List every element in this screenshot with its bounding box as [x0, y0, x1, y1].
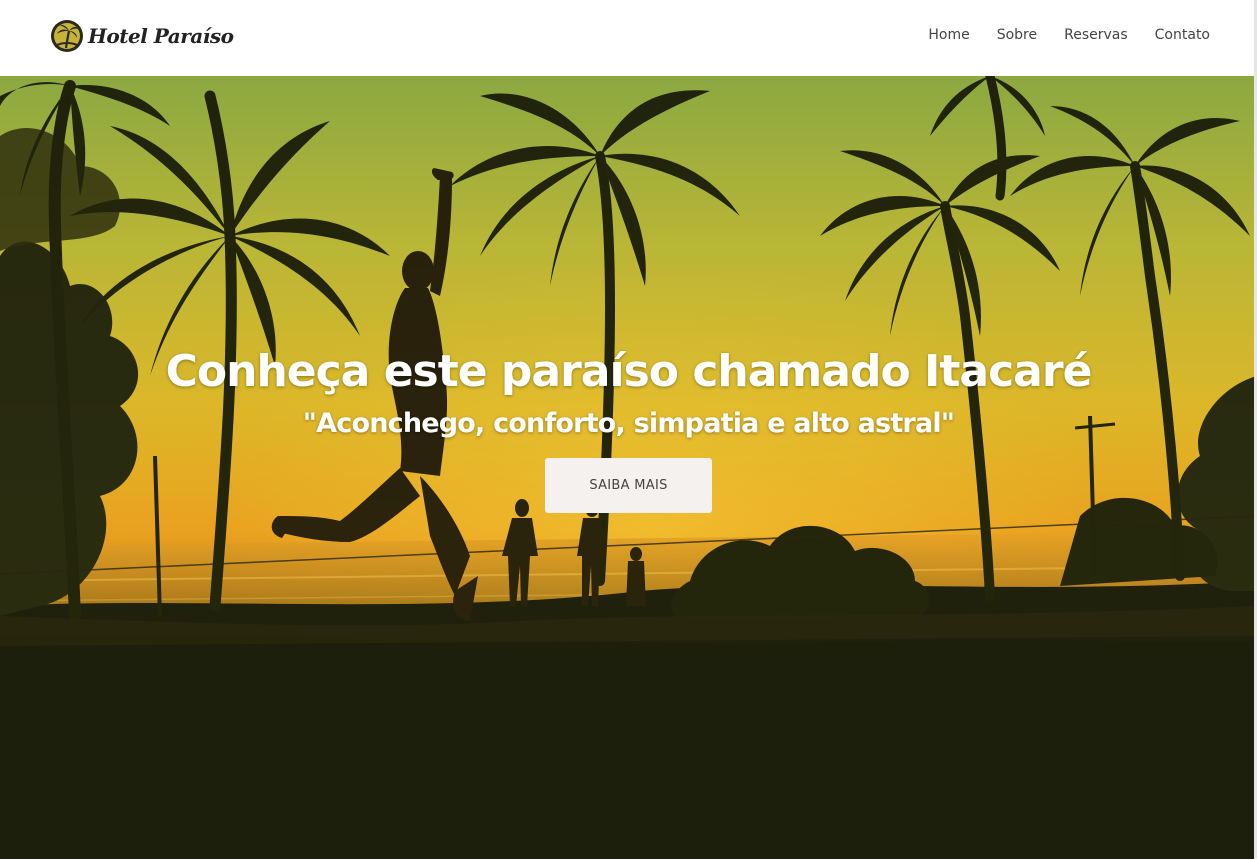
- site-header: Hotel Paraíso Home Sobre Reservas Contat…: [0, 0, 1257, 76]
- site-logo[interactable]: Hotel Paraíso: [50, 18, 234, 54]
- hero-title: Conheça este paraíso chamado Itacaré: [165, 346, 1093, 397]
- nav-reservas-link[interactable]: Reservas: [1064, 24, 1128, 46]
- main-nav: Home Sobre Reservas Contato: [928, 24, 1210, 46]
- hero-section: Conheça este paraíso chamado Itacaré "Ac…: [0, 76, 1257, 859]
- nav-sobre-link[interactable]: Sobre: [997, 24, 1037, 46]
- nav-contato-link[interactable]: Contato: [1155, 24, 1210, 46]
- hero-subtitle: "Aconchego, conforto, simpatia e alto as…: [302, 408, 955, 439]
- hero-content: Conheça este paraíso chamado Itacaré "Ac…: [0, 342, 1257, 513]
- logo-text: Hotel Paraíso: [88, 24, 234, 48]
- saiba-mais-button[interactable]: SAIBA MAIS: [545, 458, 712, 513]
- palm-logo-icon: [51, 20, 83, 52]
- nav-home-link[interactable]: Home: [928, 24, 969, 46]
